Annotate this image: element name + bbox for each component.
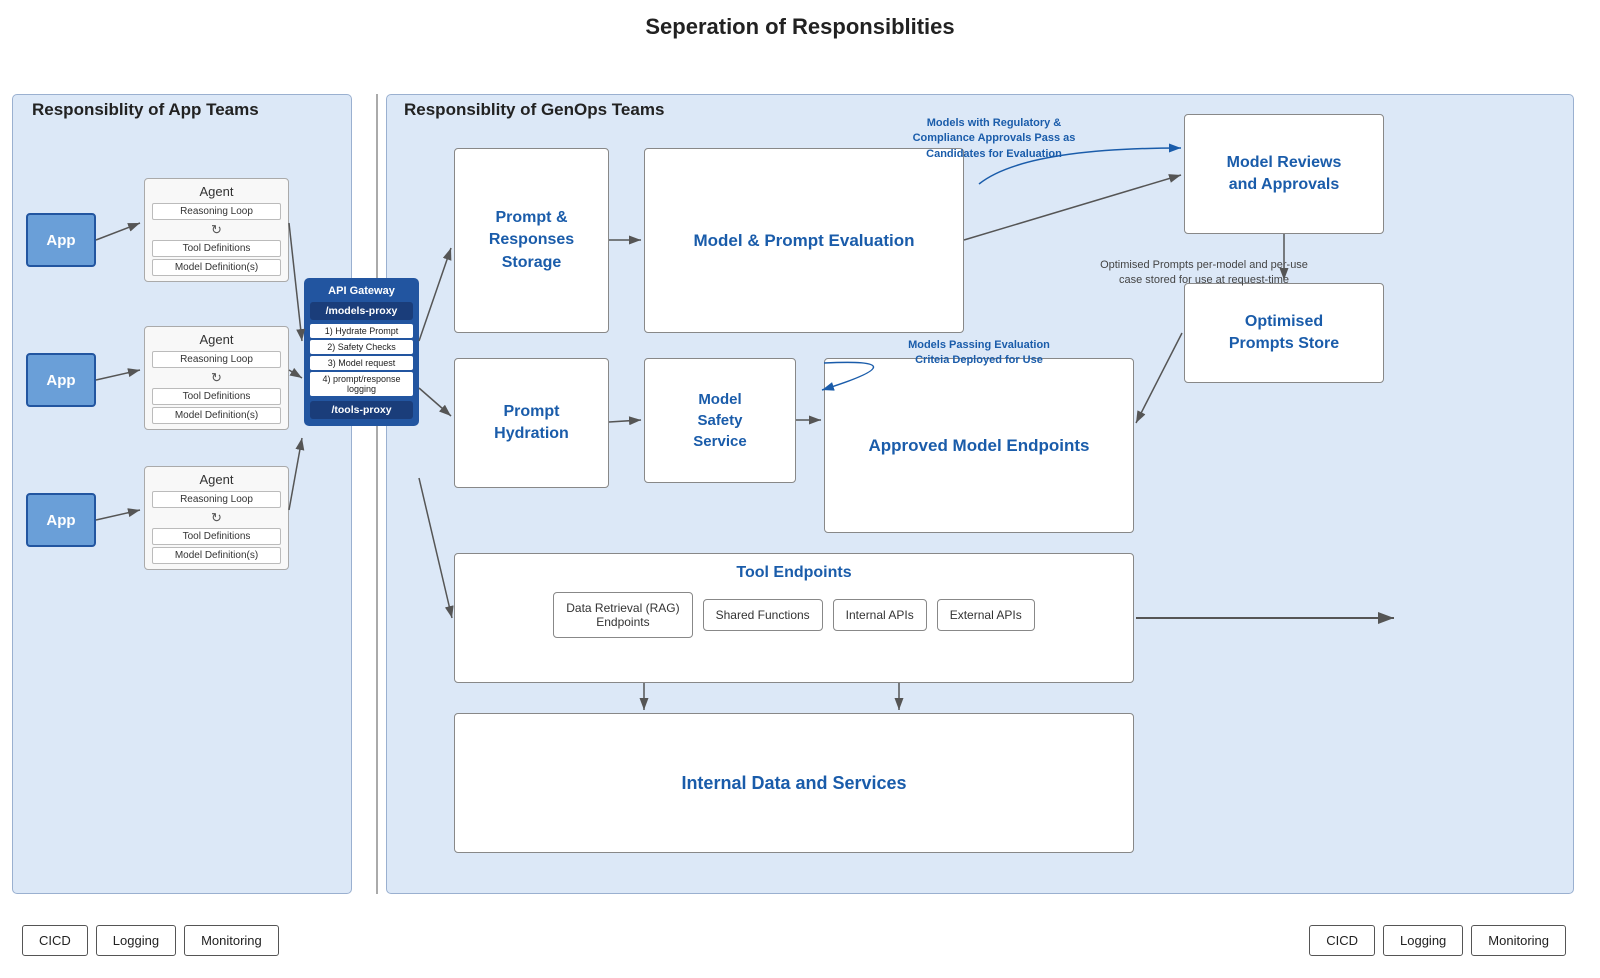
prompt-hydration-label: Prompt Hydration (494, 401, 569, 446)
api-gateway-box: API Gateway /models-proxy 1) Hydrate Pro… (304, 278, 419, 426)
left-panel-title: Responsiblity of App Teams (32, 100, 259, 120)
optimised-prompts-box: Optimised Prompts Store (1184, 283, 1384, 383)
approved-endpoints-label: Approved Model Endpoints (869, 434, 1090, 458)
model-reviews-box: Model Reviews and Approvals (1184, 114, 1384, 234)
annotation-regulatory: Models with Regulatory & Compliance Appr… (824, 116, 1164, 162)
agent-title-3: Agent (152, 472, 281, 487)
api-step-1: 1) Hydrate Prompt (310, 324, 413, 338)
tool-endpoints-title: Tool Endpoints (469, 564, 1119, 582)
agent-box-3: Agent Reasoning Loop ↻ Tool Definitions … (144, 466, 289, 570)
agent-inner-tools-3: Tool Definitions (152, 528, 281, 545)
bottom-right-logging: Logging (1383, 925, 1463, 956)
agent-box-1: Agent Reasoning Loop ↻ Tool Definitions … (144, 178, 289, 282)
annotation-passing: Models Passing Evaluation Criteia Deploy… (824, 338, 1134, 369)
agent-inner-reasoning-3: Reasoning Loop (152, 491, 281, 508)
api-step-3: 3) Model request (310, 356, 413, 370)
tool-endpoints-section: Tool Endpoints Data Retrieval (RAG) Endp… (454, 553, 1134, 683)
tool-endpoints-row: Data Retrieval (RAG) Endpoints Shared Fu… (469, 592, 1119, 638)
bottom-left-cicd: CICD (22, 925, 88, 956)
models-proxy-label: /models-proxy (310, 302, 413, 320)
bottom-left-group: CICD Logging Monitoring (22, 925, 279, 956)
tool-endpoint-0: Data Retrieval (RAG) Endpoints (553, 592, 692, 638)
bottom-right-cicd: CICD (1309, 925, 1375, 956)
agent-inner-reasoning-1: Reasoning Loop (152, 203, 281, 220)
approved-endpoints-box: Approved Model Endpoints (824, 358, 1134, 533)
internal-data-label: Internal Data and Services (681, 773, 906, 794)
bottom-right-group: CICD Logging Monitoring (1309, 925, 1566, 956)
app-box-1: App (26, 213, 96, 267)
api-gateway-title: API Gateway (310, 285, 413, 297)
agent-box-2: Agent Reasoning Loop ↻ Tool Definitions … (144, 326, 289, 430)
api-step-4: 4) prompt/response logging (310, 372, 413, 396)
bottom-left-monitoring: Monitoring (184, 925, 279, 956)
agent-inner-models-2: Model Definition(s) (152, 407, 281, 424)
divider-line (376, 94, 378, 894)
optimised-prompts-label: Optimised Prompts Store (1229, 311, 1339, 356)
agent-title-1: Agent (152, 184, 281, 199)
agent-inner-tools-1: Tool Definitions (152, 240, 281, 257)
api-step-2: 2) Safety Checks (310, 340, 413, 354)
annotation-optimised: Optimised Prompts per-model and per-use … (1024, 258, 1384, 289)
agent-inner-tools-2: Tool Definitions (152, 388, 281, 405)
prompt-hydration-box: Prompt Hydration (454, 358, 609, 488)
right-panel-title: Responsiblity of GenOps Teams (404, 100, 664, 120)
model-safety-box: Model Safety Service (644, 358, 796, 483)
tools-proxy-label: /tools-proxy (310, 401, 413, 419)
agent-title-2: Agent (152, 332, 281, 347)
refresh-icon-3: ↻ (152, 510, 281, 526)
bottom-left-logging: Logging (96, 925, 176, 956)
tool-endpoint-2: Internal APIs (833, 599, 927, 631)
agent-inner-models-1: Model Definition(s) (152, 259, 281, 276)
page-wrapper: Seperation of Responsiblities Responsibl… (0, 0, 1600, 978)
diagram-area: Responsiblity of App Teams Responsiblity… (4, 48, 1584, 968)
model-safety-label: Model Safety Service (693, 389, 746, 452)
tool-endpoint-3: External APIs (937, 599, 1035, 631)
agent-inner-reasoning-2: Reasoning Loop (152, 351, 281, 368)
internal-data-box: Internal Data and Services (454, 713, 1134, 853)
model-reviews-label: Model Reviews and Approvals (1227, 152, 1342, 197)
model-eval-box: Model & Prompt Evaluation (644, 148, 964, 333)
model-eval-label: Model & Prompt Evaluation (693, 229, 914, 253)
bottom-right-monitoring: Monitoring (1471, 925, 1566, 956)
app-box-2: App (26, 353, 96, 407)
refresh-icon-2: ↻ (152, 370, 281, 386)
prompt-storage-label: Prompt & Responses Storage (489, 207, 574, 274)
refresh-icon-1: ↻ (152, 222, 281, 238)
main-title: Seperation of Responsiblities (0, 0, 1600, 48)
prompt-storage-box: Prompt & Responses Storage (454, 148, 609, 333)
agent-inner-models-3: Model Definition(s) (152, 547, 281, 564)
tool-endpoint-1: Shared Functions (703, 599, 823, 631)
app-box-3: App (26, 493, 96, 547)
